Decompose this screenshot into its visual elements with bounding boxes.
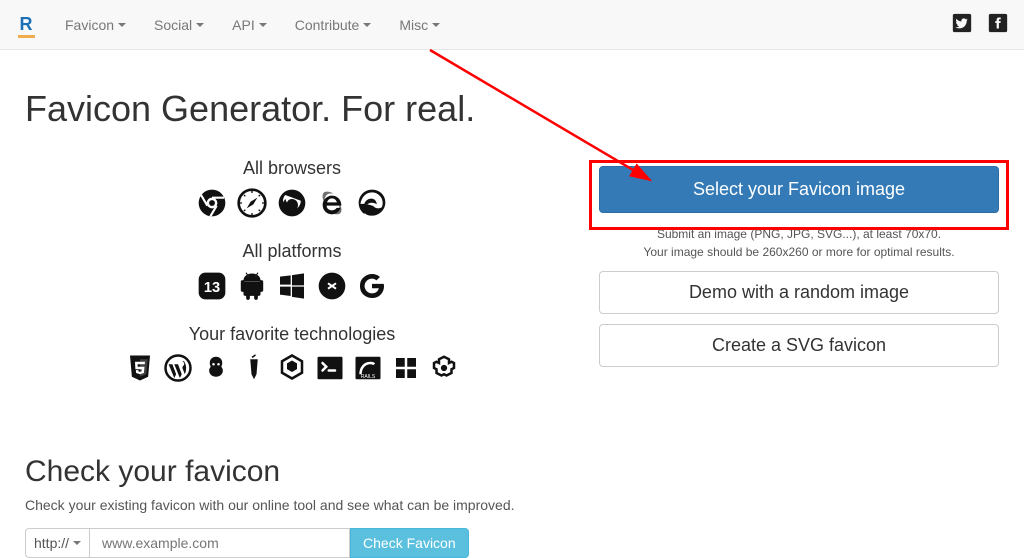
twitter-icon[interactable]: [951, 12, 973, 37]
columns: All browsers All platforms 13 Your favor…: [25, 158, 999, 405]
showcase-column: All browsers All platforms 13 Your favor…: [25, 158, 559, 405]
chevron-down-icon: [118, 23, 126, 27]
nav-favicon[interactable]: Favicon: [53, 9, 138, 41]
nodejs-icon: [277, 353, 307, 383]
svg-text:13: 13: [204, 280, 220, 296]
page-title: Favicon Generator. For real.: [25, 88, 999, 130]
rails-icon: RAILS: [353, 353, 383, 383]
hint-line-1: Submit an image (PNG, JPG, SVG...), at l…: [599, 225, 999, 243]
firefox-icon: [276, 187, 308, 219]
protocol-select[interactable]: http://: [25, 528, 90, 558]
grunt-icon: [201, 353, 231, 383]
svg-text:RAILS: RAILS: [361, 374, 376, 380]
check-favicon-button[interactable]: Check Favicon: [350, 528, 469, 558]
chevron-down-icon: [259, 23, 267, 27]
ie-icon: [316, 187, 348, 219]
url-input[interactable]: [90, 528, 350, 558]
macos-icon: [316, 270, 348, 302]
check-section: Check your favicon Check your existing f…: [25, 455, 999, 558]
cta-column: Select your Favicon image Submit an imag…: [599, 158, 999, 405]
demo-button[interactable]: Demo with a random image: [599, 271, 999, 314]
aspnet-icon: [391, 353, 421, 383]
gulp-icon: [239, 353, 269, 383]
wordpress-icon: [163, 353, 193, 383]
android-icon: [236, 270, 268, 302]
navbar: R Favicon Social API Contribute Misc: [0, 0, 1024, 50]
chevron-down-icon: [73, 541, 81, 545]
select-button-wrap: Select your Favicon image: [599, 166, 999, 213]
chrome-icon: [196, 187, 228, 219]
chevron-down-icon: [196, 23, 204, 27]
safari-icon: [236, 187, 268, 219]
browsers-label: All browsers: [25, 158, 559, 179]
google-icon: [356, 270, 388, 302]
nav-left: R Favicon Social API Contribute Misc: [15, 9, 452, 41]
chevron-down-icon: [432, 23, 440, 27]
hint-line-2: Your image should be 260x260 or more for…: [599, 243, 999, 261]
platforms-row: 13: [25, 270, 559, 302]
cli-icon: [315, 353, 345, 383]
browsers-row: [25, 187, 559, 219]
check-title: Check your favicon: [25, 455, 999, 489]
nav-misc[interactable]: Misc: [387, 9, 452, 41]
nav-social[interactable]: Social: [142, 9, 216, 41]
facebook-icon[interactable]: [987, 12, 1009, 37]
gwt-icon: [429, 353, 459, 383]
windows-icon: [276, 270, 308, 302]
nav-right: [951, 12, 1009, 37]
select-favicon-button[interactable]: Select your Favicon image: [599, 166, 999, 213]
nav-contribute[interactable]: Contribute: [283, 9, 384, 41]
chevron-down-icon: [363, 23, 371, 27]
nav-api[interactable]: API: [220, 9, 279, 41]
ios-icon: 13: [196, 270, 228, 302]
site-logo[interactable]: R: [15, 14, 37, 36]
check-form: http:// Check Favicon: [25, 528, 999, 558]
svg-favicon-button[interactable]: Create a SVG favicon: [599, 324, 999, 367]
html5-icon: [125, 353, 155, 383]
tech-label: Your favorite technologies: [25, 324, 559, 345]
hint-text: Submit an image (PNG, JPG, SVG...), at l…: [599, 225, 999, 261]
main-container: Favicon Generator. For real. All browser…: [0, 88, 1024, 558]
tech-row: RAILS: [25, 353, 559, 383]
check-desc: Check your existing favicon with our onl…: [25, 497, 999, 513]
edge-icon: [356, 187, 388, 219]
platforms-label: All platforms: [25, 241, 559, 262]
